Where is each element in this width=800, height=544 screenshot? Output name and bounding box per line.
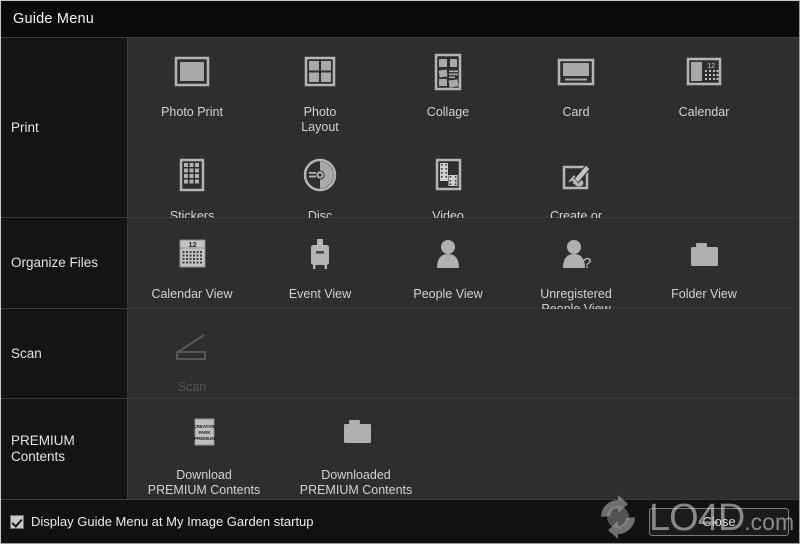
calendar-icon: 12 bbox=[680, 50, 728, 98]
menu-item-calendar-view[interactable]: 12 Calendar View bbox=[128, 232, 256, 302]
card-icon bbox=[552, 50, 600, 98]
watermark-logo-icon bbox=[601, 495, 635, 539]
menu-label: Folder View bbox=[671, 287, 737, 301]
section-label-organize-files: Organize Files bbox=[1, 218, 128, 308]
menu-label: Scan bbox=[177, 380, 207, 394]
print-row-1: Photo Print Photo Layout Collage Card 12… bbox=[128, 38, 799, 134]
close-button[interactable]: Close bbox=[649, 507, 789, 536]
menu-item-stickers[interactable]: Stickers bbox=[128, 154, 256, 224]
event-view-icon bbox=[300, 232, 340, 280]
unregistered-people-view-icon: ? bbox=[556, 232, 596, 280]
svg-text:PREMIUM: PREMIUM bbox=[194, 436, 215, 441]
menu-item-photo-print[interactable]: Photo Print bbox=[128, 50, 256, 120]
menu-label: Calendar View bbox=[151, 287, 233, 301]
checkbox-icon[interactable] bbox=[10, 514, 24, 529]
section-content-scan: Scan bbox=[128, 309, 799, 399]
section-print: Print Photo Print Photo Layout Collage C… bbox=[1, 38, 799, 238]
premium-row-1: CREATIVE PARK PREMIUM Download PREMIUM C… bbox=[128, 399, 799, 497]
menu-item-photo-layout[interactable]: Photo Layout bbox=[256, 50, 384, 134]
section-premium-contents: PREMIUM Contents CREATIVE PARK PREMIUM D… bbox=[1, 399, 799, 499]
menu-label: Calendar bbox=[678, 105, 730, 119]
display-guide-menu-checkbox[interactable]: Display Guide Menu at My Image Garden st… bbox=[10, 514, 314, 529]
menu-item-download-premium-contents[interactable]: CREATIVE PARK PREMIUM Download PREMIUM C… bbox=[128, 413, 280, 497]
create-open-items-icon bbox=[552, 154, 600, 202]
organize-row-1: 12 Calendar View Event View People View … bbox=[128, 218, 799, 316]
section-content-premium-contents: CREATIVE PARK PREMIUM Download PREMIUM C… bbox=[128, 399, 799, 499]
people-view-icon bbox=[428, 232, 468, 280]
menu-item-scan: Scan bbox=[128, 325, 256, 395]
svg-text:12: 12 bbox=[707, 63, 715, 70]
section-label-premium-contents: PREMIUM Contents bbox=[1, 399, 128, 499]
scan-icon bbox=[168, 325, 216, 373]
menu-label: Photo Print bbox=[161, 105, 223, 119]
svg-text:?: ? bbox=[583, 255, 591, 272]
menu-label: Download PREMIUM Contents bbox=[147, 468, 261, 497]
disc-label-icon bbox=[296, 154, 344, 202]
section-scan: Scan Scan bbox=[1, 309, 799, 400]
menu-item-downloaded-premium-contents[interactable]: Downloaded PREMIUM Contents bbox=[280, 413, 432, 497]
guide-menu-window: Guide Menu Print Photo Print Photo Layou… bbox=[0, 0, 800, 544]
video-layout-icon bbox=[424, 154, 472, 202]
photo-print-icon bbox=[168, 50, 216, 98]
scan-row-1: Scan bbox=[128, 309, 799, 395]
title-bar: Guide Menu bbox=[1, 1, 799, 38]
checkbox-label: Display Guide Menu at My Image Garden st… bbox=[31, 514, 314, 529]
menu-item-unregistered-people-view[interactable]: ? Unregistered People View bbox=[512, 232, 640, 316]
svg-text:PARK: PARK bbox=[198, 430, 211, 435]
menu-label: Card bbox=[562, 105, 590, 119]
menu-label: Event View bbox=[288, 287, 352, 301]
menu-label: Downloaded PREMIUM Contents bbox=[299, 468, 413, 497]
menu-item-card[interactable]: Card bbox=[512, 50, 640, 120]
creative-park-premium-icon: CREATIVE PARK PREMIUM bbox=[184, 413, 224, 461]
section-content-print: Photo Print Photo Layout Collage Card 12… bbox=[128, 38, 799, 238]
section-label-text: PREMIUM Contents bbox=[11, 433, 75, 465]
section-content-organize-files: 12 Calendar View Event View People View … bbox=[128, 218, 799, 316]
menu-item-folder-view[interactable]: Folder View bbox=[640, 232, 768, 302]
section-organize-files: Organize Files 12 Calendar View Event Vi… bbox=[1, 218, 799, 316]
menu-item-event-view[interactable]: Event View bbox=[256, 232, 384, 302]
menu-item-calendar[interactable]: 12 Calendar bbox=[640, 50, 768, 120]
section-label-scan: Scan bbox=[1, 309, 128, 399]
menu-label: Collage bbox=[426, 105, 470, 119]
folder-view-icon bbox=[684, 232, 724, 280]
menu-item-people-view[interactable]: People View bbox=[384, 232, 512, 302]
menu-label: Photo Layout bbox=[301, 105, 339, 134]
footer-bar: Display Guide Menu at My Image Garden st… bbox=[1, 495, 799, 543]
svg-text:CREATIVE: CREATIVE bbox=[194, 424, 216, 429]
photo-layout-icon bbox=[296, 50, 344, 98]
window-title: Guide Menu bbox=[13, 11, 94, 27]
section-label-print: Print bbox=[1, 38, 128, 217]
menu-label: People View bbox=[413, 287, 483, 301]
calendar-view-icon: 12 bbox=[172, 232, 212, 280]
downloaded-premium-folder-icon bbox=[336, 413, 376, 461]
sections-container: Print Photo Print Photo Layout Collage C… bbox=[1, 38, 799, 499]
menu-item-collage[interactable]: Collage bbox=[384, 50, 512, 120]
collage-icon bbox=[424, 50, 472, 98]
stickers-icon bbox=[168, 154, 216, 202]
